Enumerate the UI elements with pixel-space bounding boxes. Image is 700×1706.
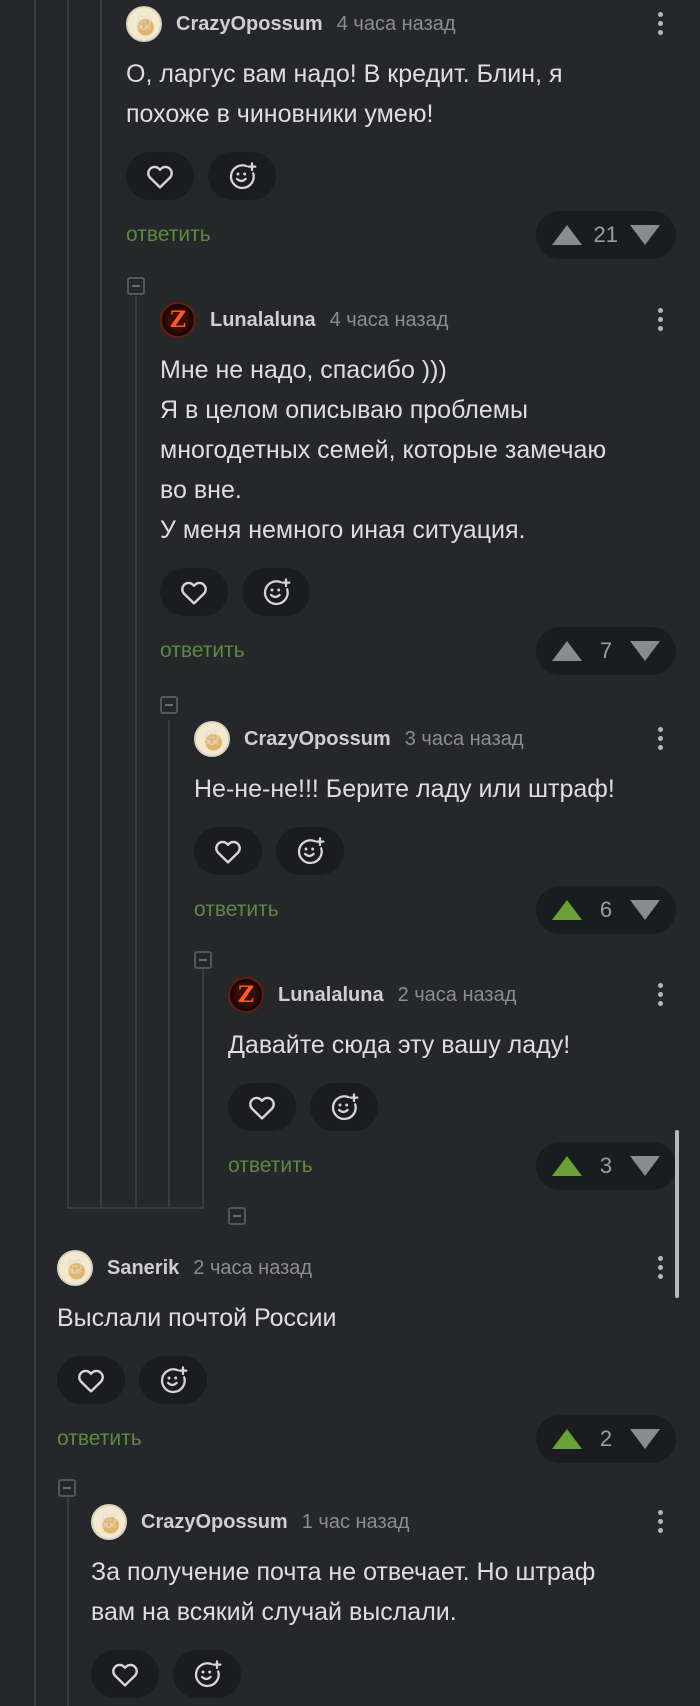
comment-time: 4 часа назад: [329, 308, 449, 331]
more-vertical-icon[interactable]: [656, 1508, 664, 1535]
rating-control: 2: [536, 1415, 676, 1463]
rating-count: 7: [599, 638, 613, 663]
like-button[interactable]: [126, 152, 194, 200]
heart-icon: [249, 1096, 275, 1120]
rating-control: 7: [536, 627, 676, 675]
add-reaction-button[interactable]: [139, 1356, 207, 1404]
emoji-add-icon: [263, 578, 291, 606]
add-reaction-button[interactable]: [310, 1083, 378, 1131]
thread-line: [67, 1496, 69, 1706]
comment-text: За получение почта не отвечает. Но штраф…: [91, 1558, 596, 1626]
thread-line: [67, 0, 69, 1208]
comment-time: 4 часа назад: [336, 12, 456, 35]
user-avatar[interactable]: Z: [228, 977, 264, 1013]
arrow-up-icon[interactable]: [552, 641, 582, 661]
rating-control: 6: [536, 886, 676, 934]
comment-author[interactable]: CrazyOpossum: [244, 728, 391, 751]
more-vertical-icon[interactable]: [656, 725, 664, 752]
comment-text: Мне не надо, спасибо ))) Я в целом описы…: [160, 356, 607, 544]
thread-line: [135, 296, 137, 1208]
reply-link[interactable]: ответить: [57, 1427, 142, 1451]
arrow-up-icon[interactable]: [552, 1156, 582, 1176]
add-reaction-button[interactable]: [208, 152, 276, 200]
emoji-add-icon: [194, 1660, 222, 1688]
comment-author[interactable]: CrazyOpossum: [141, 1511, 288, 1534]
arrow-up-icon[interactable]: [552, 900, 582, 920]
rating-count: 6: [599, 897, 613, 922]
arrow-up-icon[interactable]: [551, 225, 582, 245]
user-avatar[interactable]: 🐭: [57, 1250, 93, 1286]
more-vertical-icon[interactable]: [656, 1254, 664, 1281]
user-avatar[interactable]: 🐭: [126, 6, 162, 42]
heart-icon: [147, 165, 173, 189]
comment-time: 1 час назад: [301, 1510, 410, 1533]
more-vertical-icon[interactable]: [656, 981, 664, 1008]
emoji-add-icon: [297, 837, 325, 865]
arrow-up-icon[interactable]: [552, 1429, 582, 1449]
rating-control: 3: [536, 1142, 676, 1190]
heart-icon: [215, 840, 241, 864]
collapse-thread-icon[interactable]: [160, 696, 178, 714]
scrollbar[interactable]: [675, 1130, 679, 1298]
like-button[interactable]: [91, 1650, 159, 1698]
like-button[interactable]: [228, 1083, 296, 1131]
thread-line: [202, 968, 204, 1208]
comment-author[interactable]: Sanerik: [107, 1257, 179, 1280]
reply-link[interactable]: ответить: [228, 1154, 313, 1178]
rating-count: 2: [599, 1426, 613, 1451]
collapse-thread-icon[interactable]: [228, 1207, 246, 1225]
thread-line: [168, 720, 170, 1208]
user-avatar[interactable]: 🐭: [194, 721, 230, 757]
user-avatar[interactable]: 🐭: [91, 1504, 127, 1540]
comment: 🐭 CrazyOpossum 4 часа назад О, ларгус ва…: [126, 4, 700, 260]
rating-count: 21: [593, 222, 618, 247]
emoji-add-icon: [229, 162, 257, 190]
comment: 🐭 CrazyOpossum 1 час назад За получение …: [91, 1502, 700, 1698]
comment-time: 3 часа назад: [404, 727, 524, 750]
comment-author[interactable]: Lunalaluna: [210, 309, 316, 332]
arrow-down-icon[interactable]: [630, 1429, 660, 1449]
thread-line: [100, 0, 102, 1208]
rating-count: 3: [599, 1153, 613, 1178]
thread-line: [34, 0, 36, 1706]
user-avatar[interactable]: Z: [160, 302, 196, 338]
arrow-down-icon[interactable]: [630, 641, 660, 661]
comment: 🐭 CrazyOpossum 3 часа назад Не-не-не!!! …: [194, 719, 700, 935]
comment-text: Выслали почтой России: [57, 1304, 337, 1332]
comment-text: О, ларгус вам надо! В кредит. Блин, я по…: [126, 60, 563, 128]
heart-icon: [78, 1369, 104, 1393]
more-vertical-icon[interactable]: [656, 10, 664, 37]
heart-icon: [181, 581, 207, 605]
comment-time: 2 часа назад: [397, 983, 517, 1006]
collapse-thread-icon[interactable]: [194, 951, 212, 969]
collapse-thread-icon[interactable]: [58, 1479, 76, 1497]
thread-line: [67, 1207, 204, 1209]
comment: Z Lunalaluna 4 часа назад Мне не надо, с…: [160, 300, 700, 676]
arrow-down-icon[interactable]: [630, 900, 660, 920]
like-button[interactable]: [160, 568, 228, 616]
emoji-add-icon: [331, 1093, 359, 1121]
add-reaction-button[interactable]: [242, 568, 310, 616]
like-button[interactable]: [57, 1356, 125, 1404]
comment-author[interactable]: CrazyOpossum: [176, 13, 323, 36]
add-reaction-button[interactable]: [173, 1650, 241, 1698]
arrow-down-icon[interactable]: [630, 225, 660, 245]
reply-link[interactable]: ответить: [126, 223, 211, 247]
add-reaction-button[interactable]: [276, 827, 344, 875]
comment-text: Не-не-не!!! Берите ладу или штраф!: [194, 775, 615, 803]
like-button[interactable]: [194, 827, 262, 875]
comment-time: 2 часа назад: [193, 1256, 313, 1279]
reply-link[interactable]: ответить: [160, 639, 245, 663]
arrow-down-icon[interactable]: [630, 1156, 660, 1176]
comment: Z Lunalaluna 2 часа назад Давайте сюда э…: [228, 975, 700, 1191]
rating-control: 21: [535, 211, 676, 259]
comment: 🐭 Sanerik 2 часа назад Выслали почтой Ро…: [57, 1248, 700, 1464]
comment-author[interactable]: Lunalaluna: [278, 984, 384, 1007]
more-vertical-icon[interactable]: [656, 306, 664, 333]
collapse-thread-icon[interactable]: [127, 277, 145, 295]
heart-icon: [112, 1663, 138, 1687]
emoji-add-icon: [160, 1366, 188, 1394]
reply-link[interactable]: ответить: [194, 898, 279, 922]
comment-text: Давайте сюда эту вашу ладу!: [228, 1031, 571, 1059]
